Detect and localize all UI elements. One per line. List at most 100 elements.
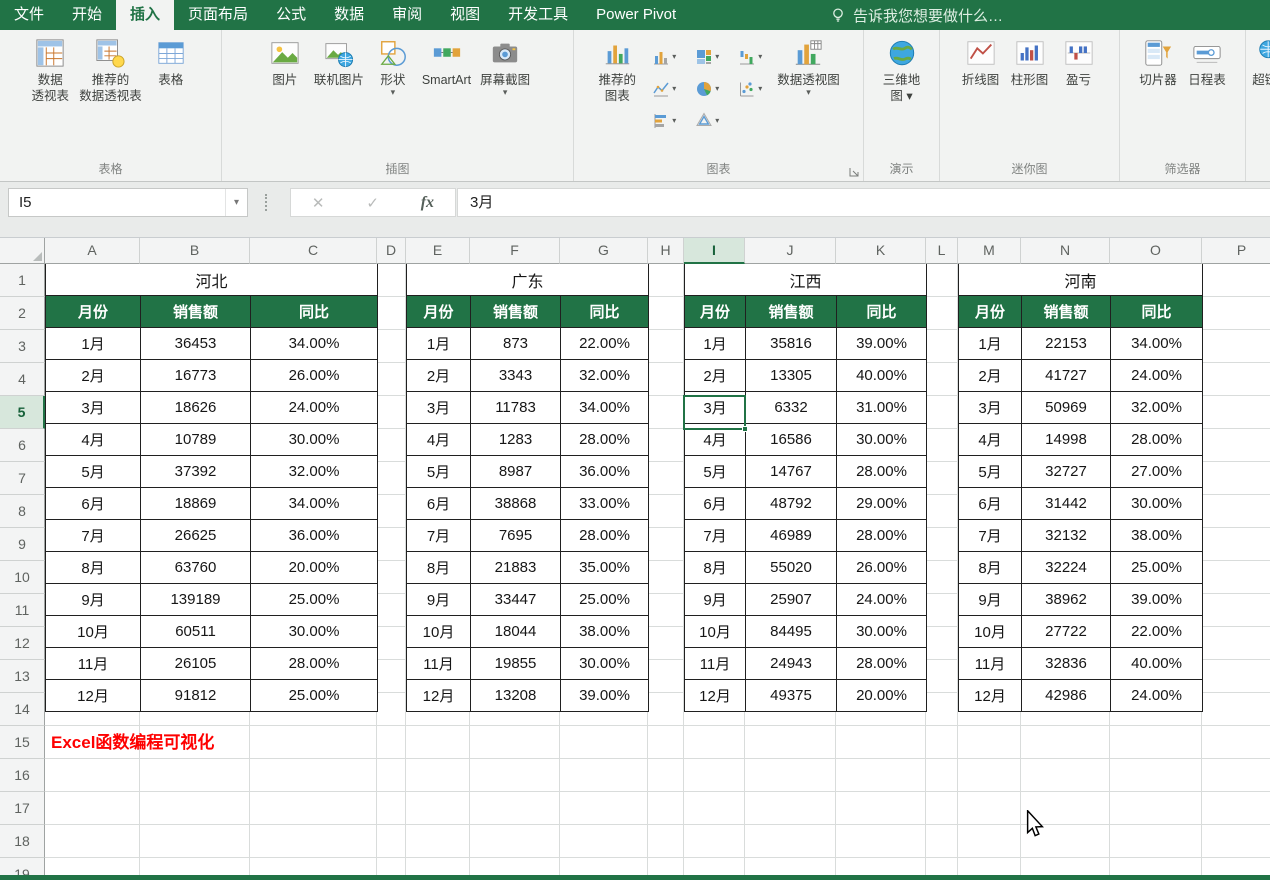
data-cell[interactable]: 30.00% <box>250 423 378 456</box>
column-header-G[interactable]: G <box>560 238 648 264</box>
data-cell[interactable]: 40.00% <box>1110 647 1203 680</box>
data-cell[interactable]: 30.00% <box>836 423 927 456</box>
data-cell[interactable]: 24943 <box>745 647 837 680</box>
data-cell[interactable]: 29.00% <box>836 487 927 520</box>
data-cell[interactable]: 25907 <box>745 583 837 616</box>
data-cell[interactable]: 84495 <box>745 615 837 648</box>
header-cell[interactable]: 同比 <box>836 295 927 328</box>
data-cell[interactable]: 9月 <box>684 583 746 616</box>
region-title[interactable]: 广东 <box>406 264 649 296</box>
data-cell[interactable]: 37392 <box>140 455 251 488</box>
column-header-I[interactable]: I <box>684 238 745 264</box>
tab-data[interactable]: 数据 <box>320 0 378 30</box>
data-cell[interactable]: 11月 <box>684 647 746 680</box>
data-cell[interactable]: 33447 <box>470 583 561 616</box>
data-cell[interactable]: 38.00% <box>1110 519 1203 552</box>
data-cell[interactable]: 6月 <box>684 487 746 520</box>
timeline-button[interactable]: 日程表 <box>1184 35 1230 88</box>
data-cell[interactable]: 3月 <box>958 391 1022 424</box>
data-cell[interactable]: 27722 <box>1021 615 1111 648</box>
column-header-P[interactable]: P <box>1202 238 1270 264</box>
row-header-18[interactable]: 18 <box>0 825 45 858</box>
tell-me-box[interactable]: 告诉我您想要做什么… <box>830 0 1003 30</box>
enter-button[interactable]: ✓ <box>366 194 379 212</box>
recommended-charts-button[interactable]: 推荐的 图表 <box>594 35 640 104</box>
region-title[interactable]: 江西 <box>684 264 927 296</box>
data-cell[interactable]: 36.00% <box>250 519 378 552</box>
smartart-button[interactable]: SmartArt <box>419 35 474 88</box>
data-cell[interactable]: 38868 <box>470 487 561 520</box>
tab-insert[interactable]: 插入 <box>116 0 175 30</box>
data-cell[interactable]: 39.00% <box>836 327 927 360</box>
data-cell[interactable]: 6月 <box>958 487 1022 520</box>
row-header-19[interactable]: 19 <box>0 858 45 875</box>
online-pictures-button[interactable]: 联机图片 <box>311 35 367 88</box>
column-header-E[interactable]: E <box>406 238 470 264</box>
row-header-5[interactable]: 5 <box>0 396 45 429</box>
data-cell[interactable]: 3343 <box>470 359 561 392</box>
select-all-corner[interactable] <box>0 238 45 264</box>
data-cell[interactable]: 46989 <box>745 519 837 552</box>
cancel-button[interactable]: ✕ <box>312 194 325 212</box>
data-cell[interactable]: 25.00% <box>560 583 649 616</box>
data-cell[interactable]: 38.00% <box>560 615 649 648</box>
data-cell[interactable]: 7月 <box>684 519 746 552</box>
row-header-10[interactable]: 10 <box>0 561 45 594</box>
data-cell[interactable]: 8月 <box>406 551 471 584</box>
screenshot-button[interactable]: 屏幕截图 ▾ <box>477 35 533 97</box>
pictures-button[interactable]: 图片 <box>262 35 308 88</box>
data-cell[interactable]: 36.00% <box>560 455 649 488</box>
tab-home[interactable]: 开始 <box>58 0 116 30</box>
row-header-14[interactable]: 14 <box>0 693 45 726</box>
header-cell[interactable]: 销售额 <box>470 295 561 328</box>
row-header-7[interactable]: 7 <box>0 462 45 495</box>
data-cell[interactable]: 12月 <box>45 679 141 712</box>
data-cell[interactable]: 28.00% <box>250 647 378 680</box>
data-cell[interactable]: 28.00% <box>560 519 649 552</box>
header-cell[interactable]: 销售额 <box>1021 295 1111 328</box>
data-cell[interactable]: 32224 <box>1021 551 1111 584</box>
insert-column-chart-button[interactable]: ▾ <box>643 41 685 72</box>
column-header-M[interactable]: M <box>958 238 1021 264</box>
data-cell[interactable]: 5月 <box>958 455 1022 488</box>
data-cell[interactable]: 12月 <box>958 679 1022 712</box>
cells-area[interactable]: 河北 月份 销售额 同比 1月 36453 34.00% 2月 16773 26.00% 3月 186… <box>45 264 1270 875</box>
row-header-3[interactable]: 3 <box>0 330 45 363</box>
data-cell[interactable]: 38962 <box>1021 583 1111 616</box>
data-cell[interactable]: 49375 <box>745 679 837 712</box>
insert-line-chart-button[interactable]: ▾ <box>643 73 685 104</box>
data-cell[interactable]: 28.00% <box>560 423 649 456</box>
region-title[interactable]: 河北 <box>45 264 378 296</box>
header-cell[interactable]: 月份 <box>958 295 1022 328</box>
data-cell[interactable]: 13208 <box>470 679 561 712</box>
data-cell[interactable]: 1月 <box>958 327 1022 360</box>
pivotchart-button[interactable]: 数据透视图 ▾ <box>774 35 843 97</box>
data-cell[interactable]: 1283 <box>470 423 561 456</box>
data-cell[interactable]: 4月 <box>406 423 471 456</box>
data-cell[interactable]: 11783 <box>470 391 561 424</box>
line-sparkline-button[interactable]: 折线图 <box>958 35 1004 88</box>
name-box-dropdown-icon[interactable]: ▾ <box>225 189 247 216</box>
row-header-17[interactable]: 17 <box>0 792 45 825</box>
insert-waterfall-chart-button[interactable]: ▾ <box>729 41 771 72</box>
data-cell[interactable]: 1月 <box>684 327 746 360</box>
insert-function-button[interactable]: fx <box>421 194 434 212</box>
winloss-sparkline-button[interactable]: 盈亏 <box>1056 35 1102 88</box>
data-cell[interactable]: 9月 <box>45 583 141 616</box>
data-cell[interactable]: 33.00% <box>560 487 649 520</box>
column-header-H[interactable]: H <box>648 238 684 264</box>
data-cell[interactable]: 6332 <box>745 391 837 424</box>
data-cell[interactable]: 10789 <box>140 423 251 456</box>
data-cell[interactable]: 139189 <box>140 583 251 616</box>
data-cell[interactable]: 39.00% <box>1110 583 1203 616</box>
header-cell[interactable]: 同比 <box>250 295 378 328</box>
data-cell[interactable]: 26105 <box>140 647 251 680</box>
data-cell[interactable]: 9月 <box>958 583 1022 616</box>
data-cell[interactable]: 10月 <box>684 615 746 648</box>
data-cell[interactable]: 24.00% <box>836 583 927 616</box>
insert-scatter-chart-button[interactable]: ▾ <box>729 73 771 104</box>
data-cell[interactable]: 30.00% <box>250 615 378 648</box>
data-cell[interactable]: 34.00% <box>560 391 649 424</box>
tab-file[interactable]: 文件 <box>0 0 58 30</box>
column-header-O[interactable]: O <box>1110 238 1202 264</box>
